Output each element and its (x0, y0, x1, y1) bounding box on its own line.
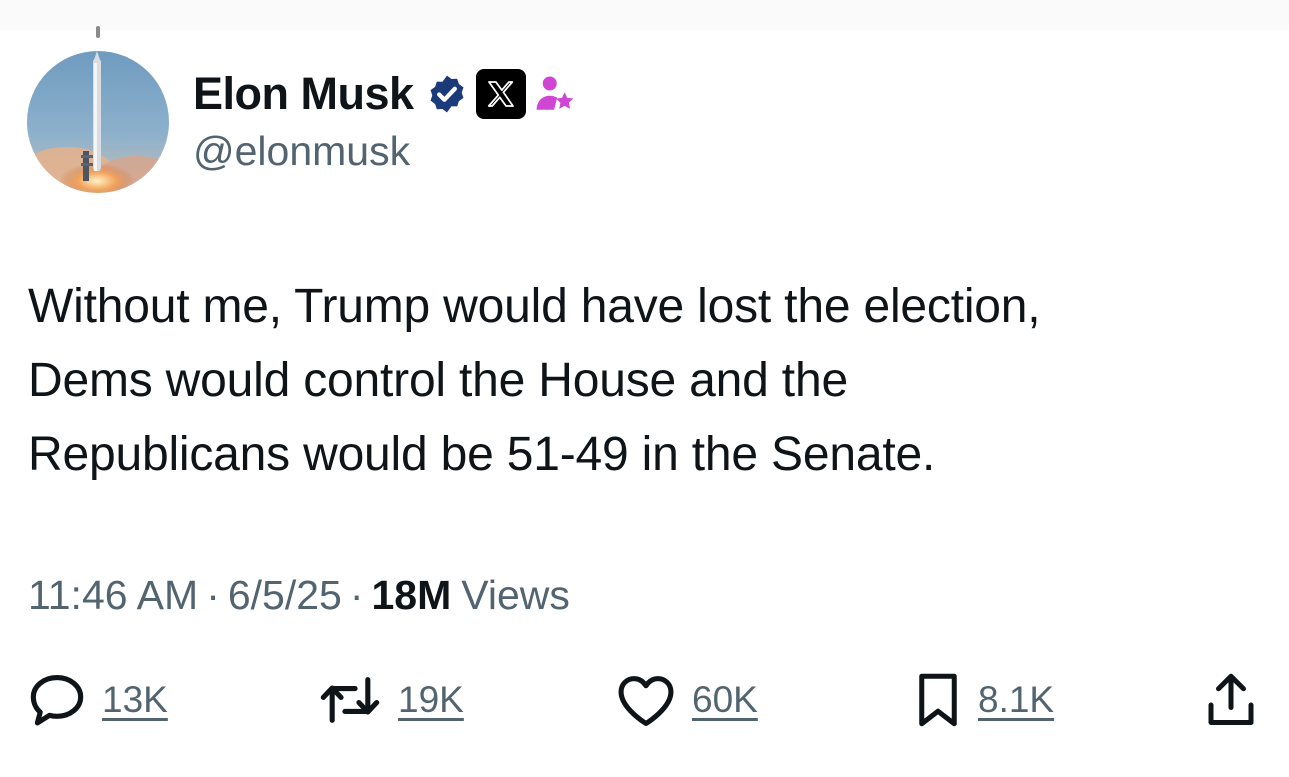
views-label: Views (461, 572, 570, 618)
reply-count: 13K (102, 679, 168, 720)
action-bar: 13K 19K 60K 8.1K (0, 668, 1289, 732)
thread-connector (96, 26, 100, 38)
retweet-count: 19K (398, 679, 464, 720)
tweet-date[interactable]: 6/5/25 (228, 572, 342, 619)
tweet-line: Dems would control the House and the (28, 354, 848, 407)
heart-icon (618, 676, 674, 726)
verified-badge-icon[interactable] (426, 73, 468, 115)
avatar[interactable] (27, 51, 169, 193)
bookmark-count: 8.1K (978, 679, 1055, 720)
meta-separator: · (349, 572, 364, 618)
bookmark-icon (919, 673, 957, 727)
tweet-line: Without me, Trump would have lost the el… (28, 280, 1041, 333)
like-count: 60K (692, 679, 758, 720)
author-name-row: Elon Musk (193, 66, 576, 122)
author-handle[interactable]: @elonmusk (193, 128, 410, 175)
tweet-meta: 11:46 AM · 6/5/25 · 18M Views (28, 572, 570, 619)
views-count: 18M (371, 572, 452, 618)
bookmark-button[interactable]: 8.1K (912, 668, 1054, 732)
tweet-text: Without me, Trump would have lost the el… (28, 270, 1258, 492)
top-strip (0, 0, 1289, 38)
share-icon (1208, 673, 1254, 725)
reply-bubble-icon (30, 675, 84, 726)
retweet-button[interactable]: 19K (316, 668, 464, 732)
retweet-icon (320, 677, 380, 723)
reply-button[interactable]: 13K (26, 668, 168, 732)
like-button[interactable]: 60K (614, 668, 758, 732)
share-button[interactable] (1203, 668, 1259, 732)
tweet-line: Republicans would be 51-49 in the Senate… (28, 428, 936, 481)
rocket-launch-photo (27, 51, 169, 193)
meta-separator: · (206, 572, 220, 618)
x-affiliate-logo-icon[interactable] (475, 69, 526, 119)
tweet-time[interactable]: 11:46 AM (28, 572, 198, 619)
author-name[interactable]: Elon Musk (193, 68, 414, 120)
affiliate-person-star-icon[interactable] (534, 73, 576, 115)
